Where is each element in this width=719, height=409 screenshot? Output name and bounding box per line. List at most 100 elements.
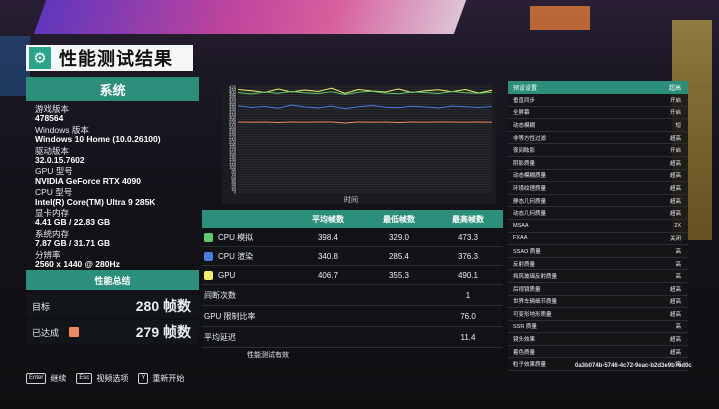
benchmark-valid-text: 性能测试有效: [247, 352, 289, 359]
footer-action-重新开始[interactable]: Y 重新开始: [138, 373, 184, 384]
series-color-swatch: [204, 232, 213, 242]
row-min: 285.4: [388, 251, 410, 261]
chart-y-tick: 0: [234, 190, 237, 195]
settings-label: 垂直同步: [513, 97, 536, 104]
settings-row: 环境纹理质量 超高: [508, 182, 688, 195]
chart-x-label: 时间: [344, 197, 358, 204]
settings-row: 阴影质量 超高: [508, 156, 688, 170]
settings-label: 着色质量: [513, 349, 536, 356]
background-art: [530, 6, 590, 30]
row-name: CPU 模拟: [218, 232, 254, 242]
table-row: GPU 406.7 355.3 490.1: [202, 266, 503, 285]
system-info-value: 4.41 GB / 22.83 GB: [35, 217, 111, 228]
settings-row: 非等方性过滤 超高: [508, 131, 688, 145]
settings-row: MSAA 2X: [508, 219, 688, 233]
run-id: 0a3b074b-5746-4c72-9eac-b2d3e9b76d0c: [575, 363, 692, 369]
fps-chart: 420 410 400 390 380 370 360 350 340 330 320 310 300 2…: [222, 84, 496, 204]
settings-label: 阴影质量: [513, 160, 536, 167]
settings-value: 短: [675, 122, 681, 129]
stat-row: GPU 限制比率 76.0: [202, 306, 503, 327]
settings-row: 夜间眩影 开启: [508, 144, 688, 157]
summary-header: 性能总结: [26, 270, 199, 290]
stat-row: 间断次数 1: [202, 285, 503, 306]
stat-row: 平均延迟 11.4: [202, 327, 503, 348]
settings-value: 关闭: [669, 236, 681, 243]
fps-table: 平均帧数 最低帧数 最高帧数 CPU 模拟 398.4 329.0 473.3 CPU …: [202, 210, 503, 348]
system-header: 系统: [26, 77, 199, 101]
footer-action-视频选项[interactable]: Esc 视频选项: [76, 373, 128, 384]
settings-value: 开启: [669, 110, 681, 117]
settings-label: 夜间眩影: [513, 148, 536, 155]
table-header: 平均帧数 最低帧数 最高帧数: [202, 210, 503, 228]
settings-label: 静态几何质量: [513, 198, 547, 205]
settings-label: 可变形地形质量: [513, 311, 552, 318]
footer-actions: Enter 继续 Esc 视频选项 Y 重新开始: [26, 373, 194, 384]
settings-value: 超高: [669, 211, 681, 218]
target-label: 目标: [32, 301, 51, 312]
settings-row: 镜头效果 超高: [508, 333, 688, 346]
background-art: [33, 0, 467, 34]
settings-value: 高: [675, 248, 681, 255]
stat-name: GPU 限制比率: [204, 311, 256, 321]
settings-header-value: 超高: [668, 86, 681, 92]
table-row: CPU 模拟 398.4 329.0 473.3: [202, 228, 503, 247]
settings-header-label: 预设设置: [513, 86, 538, 92]
table-row: CPU 渲染 340.8 285.4 376.3: [202, 247, 503, 266]
series-color-swatch: [204, 270, 213, 280]
settings-value: 超高: [669, 337, 681, 344]
row-min: 355.3: [388, 270, 410, 280]
chart-series-line: [237, 90, 493, 96]
col-min: 最低帧数: [383, 214, 415, 224]
settings-value: 开启: [669, 148, 681, 155]
col-max: 最高帧数: [452, 214, 484, 224]
target-value: 280 帧数: [135, 298, 191, 314]
footer-action-继续[interactable]: Enter 继续: [26, 373, 66, 384]
footer-action-label: 继续: [50, 374, 67, 383]
key-hint: Enter: [26, 373, 47, 384]
settings-row: 着色质量 超高: [508, 345, 688, 359]
row-max: 376.3: [457, 251, 479, 261]
row-min: 329.0: [388, 232, 410, 242]
stat-name: 间断次数: [204, 290, 236, 300]
chart-series-line: [237, 87, 493, 94]
fps-chart-svg: 4204104003903803703603503403303203103002…: [229, 85, 493, 195]
settings-value: 超高: [669, 311, 681, 318]
settings-value: 超高: [669, 198, 681, 205]
settings-row: 全屏幕 开启: [508, 106, 688, 120]
settings-row: 可变形地形质量 超高: [508, 308, 688, 321]
row-avg: 398.4: [317, 232, 339, 242]
row-avg: 406.7: [317, 270, 339, 280]
system-info-value: 32.0.15.7602: [35, 155, 85, 166]
footer-action-label: 视频选项: [96, 374, 129, 383]
key-hint: Y: [138, 373, 149, 384]
system-info-value: 7.87 GB / 31.71 GB: [35, 238, 111, 249]
settings-label: MSAA: [513, 222, 529, 229]
settings-row: 动态模糊 短: [508, 119, 688, 132]
achieved-color-swatch: [69, 327, 80, 337]
achieved-row: 已达成 279 帧数: [26, 320, 199, 344]
series-color-swatch: [204, 251, 213, 261]
settings-value: 2X: [674, 222, 681, 229]
settings-value: 超高: [669, 160, 681, 167]
settings-label: SSR 质量: [513, 324, 537, 331]
row-name: CPU 渲染: [218, 251, 254, 261]
settings-label: 全屏幕: [513, 110, 530, 117]
settings-value: 超高: [669, 349, 681, 356]
settings-row: SSAO 质量 高: [508, 245, 688, 258]
settings-row: 反射质量 高: [508, 257, 688, 271]
system-info-value: 2560 x 1440 @ 280Hz: [35, 259, 120, 270]
system-info-value: NVIDIA GeForce RTX 4090: [35, 175, 141, 186]
settings-label: 动态模糊: [513, 122, 536, 129]
settings-row: 动态几何质量 超高: [508, 207, 688, 220]
settings-row: 世界车辆细节质量 超高: [508, 295, 688, 309]
settings-label: 粒子效果质量: [513, 362, 547, 369]
achieved-label: 已达成: [32, 327, 60, 338]
settings-label: 挡风玻璃反射质量: [513, 274, 558, 281]
settings-row: FXAA 关闭: [508, 232, 688, 246]
settings-label: 镜头效果: [513, 337, 536, 344]
settings-row: 垂直同步 开启: [508, 94, 688, 107]
stat-value: 1: [465, 290, 471, 300]
settings-value: 超高: [669, 135, 681, 142]
page-title: 性能测试结果: [59, 49, 173, 69]
footer-action-label: 重新开始: [152, 374, 185, 383]
